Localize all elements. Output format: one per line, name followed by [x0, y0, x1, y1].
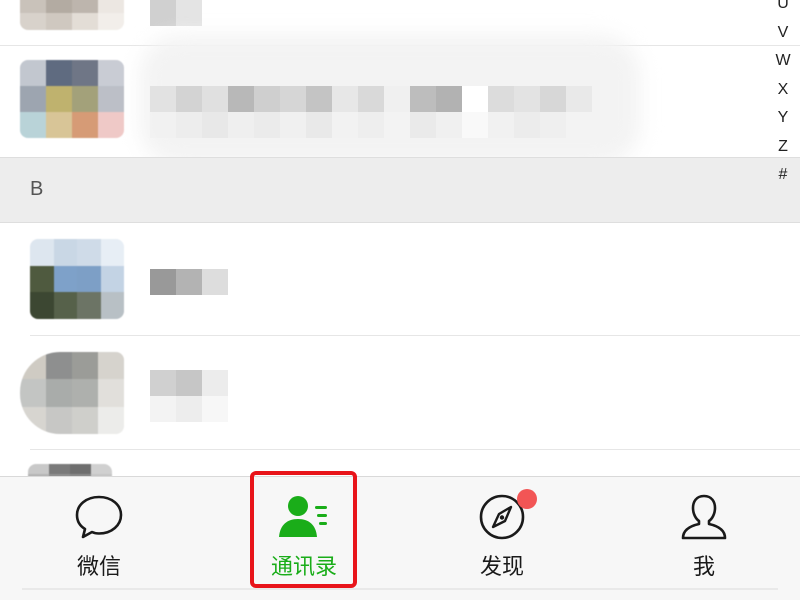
tab-label: 微信 — [76, 555, 121, 580]
tab-me[interactable]: 我 — [624, 477, 784, 587]
contact-row[interactable] — [0, 46, 800, 158]
notification-badge — [517, 489, 537, 509]
tab-discover[interactable]: 发现 — [422, 477, 582, 587]
tab-label: 我 — [692, 555, 715, 580]
tab-label: 发现 — [479, 555, 524, 580]
home-indicator-line — [22, 588, 778, 590]
contact-avatar — [28, 464, 112, 476]
contact-avatar — [30, 239, 124, 319]
index-letter[interactable]: # — [766, 161, 800, 190]
index-letter[interactable]: Y — [766, 104, 800, 133]
index-letter[interactable]: W — [766, 47, 800, 76]
index-letter[interactable]: U — [766, 0, 800, 19]
alphabet-index[interactable]: U V W X Y Z # — [766, 0, 800, 190]
contact-name-redacted — [150, 370, 228, 396]
person-icon — [681, 494, 727, 540]
contact-avatar — [20, 352, 124, 434]
index-letter[interactable]: X — [766, 76, 800, 105]
contact-row[interactable] — [0, 336, 800, 450]
index-letter[interactable]: V — [766, 19, 800, 48]
contact-row[interactable] — [0, 450, 800, 476]
contact-row[interactable] — [0, 223, 800, 336]
contact-name-redacted — [150, 0, 202, 26]
contact-name-redacted — [150, 112, 566, 138]
contact-name-redacted — [150, 396, 228, 422]
contact-list[interactable]: B U V W X Y Z # — [0, 0, 800, 476]
highlight-box — [250, 471, 357, 588]
contact-name-redacted — [150, 269, 228, 295]
contact-avatar — [20, 60, 124, 138]
contact-name-redacted — [150, 86, 592, 112]
index-letter[interactable]: Z — [766, 133, 800, 162]
bottom-tab-bar: 微信 通讯录 发现 我 — [0, 476, 800, 600]
section-header: B — [0, 157, 800, 223]
chat-bubble-icon — [75, 495, 123, 539]
tab-chats[interactable]: 微信 — [19, 477, 179, 587]
contact-avatar — [20, 0, 124, 30]
section-letter: B — [30, 178, 44, 200]
